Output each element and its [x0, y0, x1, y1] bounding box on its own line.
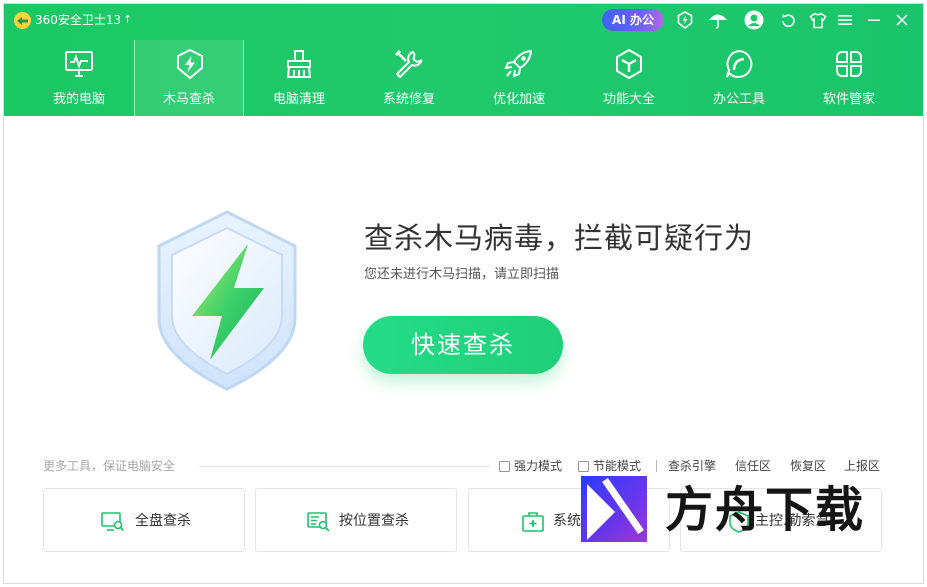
titlebar: 360安全卫士13 ↑ AI 办公: [4, 4, 923, 36]
monitor-icon: [63, 48, 95, 80]
strong-mode-label[interactable]: 强力模式: [514, 459, 562, 473]
nav-label: 办公工具: [712, 92, 765, 107]
wrench-icon: [393, 48, 425, 80]
watermark-text: 方舟下载: [665, 482, 866, 538]
upgrade-arrow-icon[interactable]: ↑: [123, 13, 132, 27]
main-nav: 我的电脑 木马查杀 电脑清理 系统修复 优化加速 功能大全 办公工具 软件管家: [4, 40, 923, 116]
strong-mode-checkbox[interactable]: [499, 461, 510, 472]
nav-label: 软件管家: [822, 92, 875, 107]
close-icon[interactable]: [892, 10, 912, 30]
power-save-mode-checkbox[interactable]: [578, 461, 589, 472]
divider: [199, 466, 490, 467]
app-window: 360安全卫士13 ↑ AI 办公 我的电脑 木马查杀 电脑清理 系统修复 优化…: [3, 3, 924, 584]
shield-icon: [174, 48, 206, 80]
hero-title: 查杀木马病毒，拦截可疑行为: [364, 221, 755, 255]
watermark-logo-icon: [581, 476, 651, 544]
tool-label: 系统: [553, 513, 581, 529]
nav-item-software-manager[interactable]: 软件管家: [794, 40, 904, 116]
trust-zone-link[interactable]: 信任区: [735, 459, 771, 473]
nav-item-features[interactable]: 功能大全: [574, 40, 684, 116]
nav-label: 系统修复: [382, 92, 435, 107]
nav-label: 电脑清理: [272, 92, 325, 107]
tool-label: 按位置查杀: [339, 513, 409, 529]
quick-scan-button[interactable]: 快速查杀: [363, 316, 563, 374]
app-title: 360安全卫士13: [35, 13, 122, 27]
restore-zone-link[interactable]: 恢复区: [790, 459, 826, 473]
menu-icon[interactable]: [835, 10, 855, 30]
nav-item-my-computer[interactable]: 我的电脑: [24, 40, 134, 116]
broom-icon: [283, 48, 315, 80]
tool-label: 全盘查杀: [135, 513, 191, 529]
nav-label: 木马查杀: [162, 92, 215, 107]
nav-item-system-repair[interactable]: 系统修复: [354, 40, 464, 116]
scan-engine-link[interactable]: 查杀引擎: [668, 459, 716, 473]
full-disk-scan-icon: [101, 511, 125, 533]
cube-icon: [613, 48, 645, 80]
skin-shirt-icon[interactable]: [808, 10, 828, 30]
report-zone-link[interactable]: 上报区: [844, 459, 880, 473]
nav-item-office-tools[interactable]: 办公工具: [684, 40, 794, 116]
location-scan-icon: [307, 511, 331, 533]
shield-bolt-icon[interactable]: [675, 10, 695, 30]
tools-caption: 更多工具，保证电脑安全: [43, 459, 176, 473]
system-repair-icon: [521, 511, 545, 533]
app-logo-icon: [14, 12, 31, 29]
nav-item-cleanup[interactable]: 电脑清理: [244, 40, 354, 116]
hero-subtitle: 您还未进行木马扫描，请立即扫描: [364, 267, 560, 282]
power-save-mode-label[interactable]: 节能模式: [593, 459, 641, 473]
header: 360安全卫士13 ↑ AI 办公 我的电脑 木马查杀 电脑清理 系统修复 优化…: [4, 4, 923, 116]
apps-icon: [833, 48, 865, 80]
office-icon: [723, 48, 755, 80]
umbrella-icon[interactable]: [708, 10, 728, 30]
location-scan-card[interactable]: 按位置查杀: [255, 488, 457, 552]
minimize-icon[interactable]: [864, 10, 884, 30]
full-scan-card[interactable]: 全盘查杀: [43, 488, 245, 552]
watermark: 方舟下载: [581, 476, 886, 544]
nav-item-trojan-scan[interactable]: 木马查杀: [134, 40, 244, 116]
rocket-icon: [503, 48, 535, 80]
nav-label: 功能大全: [602, 92, 655, 107]
nav-label: 优化加速: [492, 92, 545, 107]
ai-office-button[interactable]: AI 办公: [602, 9, 664, 31]
nav-label: 我的电脑: [52, 92, 105, 107]
refresh-icon[interactable]: [778, 10, 798, 30]
avatar-icon[interactable]: [744, 10, 764, 30]
nav-item-speedup[interactable]: 优化加速: [464, 40, 574, 116]
divider: [656, 460, 657, 472]
hero-shield-icon: [152, 208, 302, 393]
